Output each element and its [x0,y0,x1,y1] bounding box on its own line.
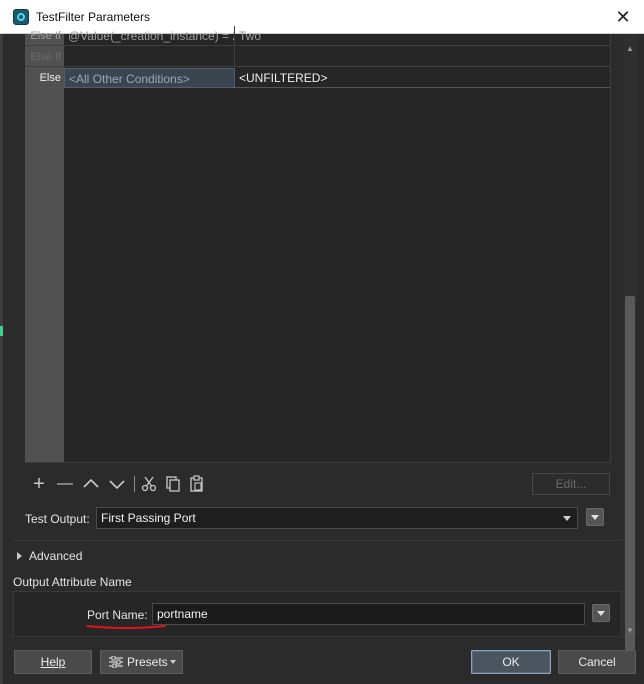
presets-button[interactable]: Presets [100,650,183,674]
row-label: Else If [30,51,61,63]
section-title: Output Attribute Name [13,575,132,589]
scroll-down-icon[interactable]: ▼ [623,624,637,638]
test-output-value: First Passing Port [101,511,196,525]
chevron-right-icon [17,552,22,560]
table-toolbar: + — [28,472,228,498]
group-divider [13,540,622,541]
port-name-value: portname [157,607,208,621]
annotation-underline [86,625,166,629]
condition-row-else[interactable]: Else <All Other Conditions> <UNFILTERED> [25,68,610,88]
copy-icon[interactable] [162,472,184,496]
advanced-label: Advanced [29,549,83,563]
port-name-input[interactable]: portname [152,603,585,625]
close-icon[interactable]: ✕ [610,5,636,29]
condition-row[interactable]: Else If @Value(_creation_instance) = 2 T… [25,26,610,46]
help-button[interactable]: Help [14,650,92,674]
background-window-marker [0,326,3,336]
vertical-scrollbar[interactable]: ▲ ▼ [623,34,637,650]
scissors-icon[interactable] [138,472,160,496]
row-label: Else [39,72,61,84]
condition-row[interactable]: Else If [25,47,610,67]
advanced-toggle[interactable]: Advanced [17,549,82,563]
scrollbar-thumb[interactable] [625,296,635,650]
toolbar-separator [134,476,135,492]
test-output-label: Test Output: [25,512,90,526]
chevron-down-icon [563,516,571,521]
test-output-menu-button[interactable] [586,508,604,526]
chevron-down-icon[interactable] [106,472,128,496]
row-header-column [25,34,64,462]
app-icon [13,9,29,25]
presets-label: Presets [127,655,168,669]
port-name-menu-button[interactable] [592,604,610,622]
edit-button[interactable]: Edit... [532,473,610,495]
row-label: Else If [30,30,61,42]
clipboard-icon[interactable] [186,472,208,496]
background-window-edge [0,34,3,684]
sliders-icon [109,656,123,668]
scroll-up-icon[interactable]: ▲ [623,42,637,56]
help-label: Help [40,655,66,669]
output-port-cell[interactable]: Two [235,26,610,46]
condition-cell[interactable] [64,47,235,67]
test-output-select[interactable]: First Passing Port [96,507,578,529]
cancel-button[interactable]: Cancel [558,650,636,674]
condition-cell[interactable]: @Value(_creation_instance) = 2 [64,26,235,46]
ok-button[interactable]: OK [471,650,551,674]
plus-icon[interactable]: + [28,472,50,496]
output-port-cell[interactable]: <UNFILTERED> [235,68,610,88]
output-port-cell[interactable] [235,47,610,67]
port-name-label: Port Name: [87,608,148,622]
chevron-up-icon[interactable] [80,472,102,496]
chevron-down-icon [170,660,176,664]
window-title: TestFilter Parameters [36,10,151,24]
conditions-table: Else If @Value(_creation_instance) = 2 T… [25,26,611,463]
condition-cell-selected[interactable]: <All Other Conditions> [64,68,235,88]
minus-icon[interactable]: — [54,472,76,496]
